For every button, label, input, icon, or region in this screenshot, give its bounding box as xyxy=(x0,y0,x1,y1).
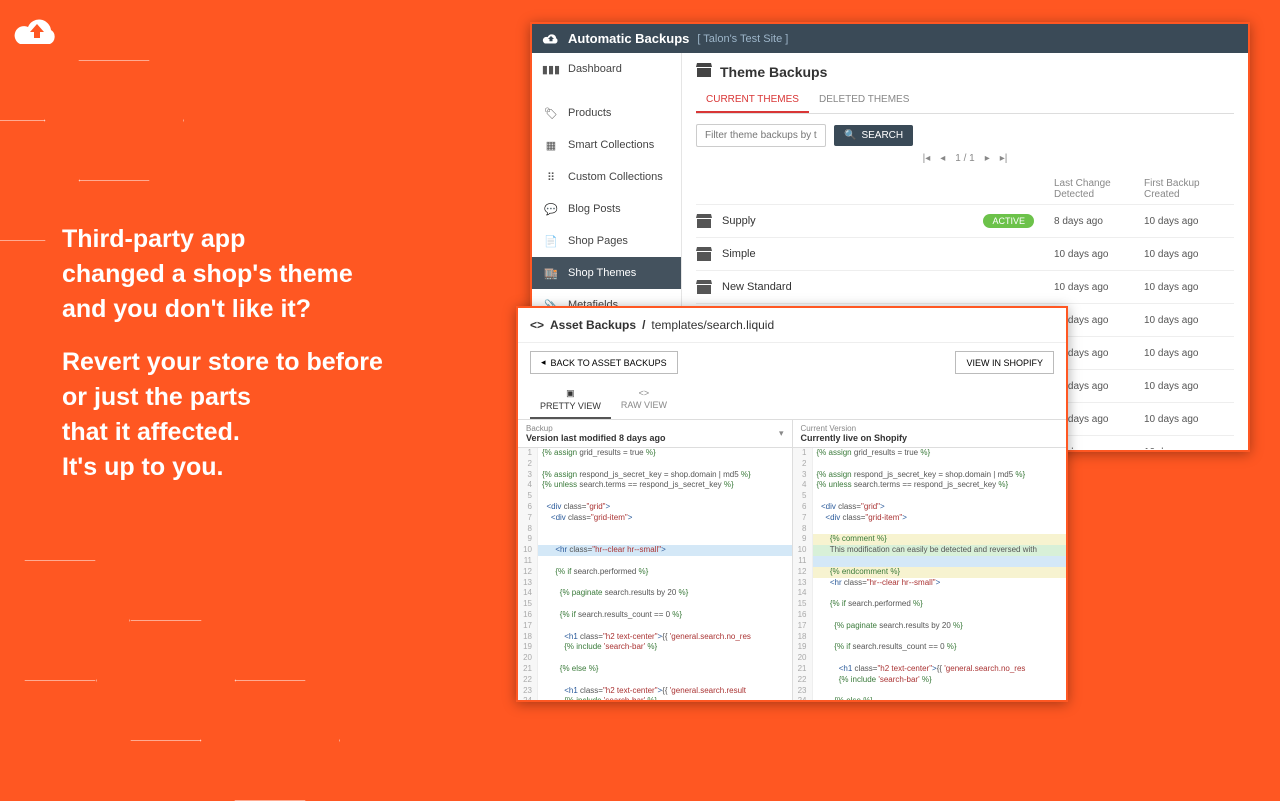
cloud-upload-icon xyxy=(14,14,60,55)
code-backup: 1{% assign grid_results = true %}23{% as… xyxy=(518,448,792,700)
first-backup: 10 days ago xyxy=(1144,249,1234,260)
site-name: [ Talon's Test Site ] xyxy=(697,33,788,45)
first-backup: 10 days ago xyxy=(1144,414,1234,425)
pane-label: Backup xyxy=(526,424,784,433)
app-title: Automatic Backups xyxy=(568,31,689,46)
breadcrumb: <> Asset Backups / templates/search.liqu… xyxy=(518,308,1066,343)
sidebar-item-custom-collections[interactable]: ⠿ Custom Collections xyxy=(532,161,681,193)
search-icon: 🔍 xyxy=(844,130,856,141)
sidebar-item-label: Products xyxy=(568,107,611,119)
theme-name: SupplyACTIVE xyxy=(722,214,1054,228)
pane-value: Version last modified 8 days ago xyxy=(526,433,784,443)
theme-name: New Standard xyxy=(722,281,1054,293)
table-header: Last Change Detected First Backup Create… xyxy=(696,174,1234,204)
theme-name: Simple xyxy=(722,248,1054,260)
sidebar-item-shop-pages[interactable]: 📄 Shop Pages xyxy=(532,225,681,257)
image-icon: ▣ xyxy=(566,388,575,399)
tab-current-themes[interactable]: CURRENT THEMES xyxy=(696,88,809,113)
code-icon: <> xyxy=(639,388,650,398)
apps-icon: ⠿ xyxy=(544,170,558,184)
backup-pane: Backup Version last modified 8 days ago … xyxy=(518,420,793,700)
sidebar-item-dashboard[interactable]: ▮▮▮ Dashboard xyxy=(532,53,681,85)
pager-first-icon[interactable]: |◂ xyxy=(923,153,931,164)
store-icon xyxy=(696,214,712,228)
titlebar: Automatic Backups [ Talon's Test Site ] xyxy=(532,24,1248,53)
back-button[interactable]: ◂BACK TO ASSET BACKUPS xyxy=(530,351,678,374)
sidebar-item-blog-posts[interactable]: 💬 Blog Posts xyxy=(532,193,681,225)
grid-icon: ▦ xyxy=(544,138,558,152)
code-current: 1{% assign grid_results = true %}23{% as… xyxy=(793,448,1067,700)
marketing-line-2: Revert your store to before or just the … xyxy=(62,345,383,485)
first-backup: 10 days ago xyxy=(1144,282,1234,293)
current-pane-header: Current Version Currently live on Shopif… xyxy=(793,420,1067,448)
asset-diff-window: <> Asset Backups / templates/search.liqu… xyxy=(516,306,1068,702)
marketing-copy: Third-party app changed a shop's theme a… xyxy=(62,222,383,503)
theme-tabs: CURRENT THEMES DELETED THEMES xyxy=(696,88,1234,114)
pager: |◂ ◂ 1 / 1 ▸ ▸| xyxy=(696,153,1234,164)
pager-prev-icon[interactable]: ◂ xyxy=(940,153,945,164)
store-icon xyxy=(696,63,712,80)
current-pane: Current Version Currently live on Shopif… xyxy=(793,420,1067,700)
last-change: 10 days ago xyxy=(1054,249,1144,260)
marketing-line-1: Third-party app changed a shop's theme a… xyxy=(62,222,383,327)
code-icon: <> xyxy=(530,318,544,332)
pane-label: Current Version xyxy=(801,424,1059,433)
chevron-down-icon[interactable]: ▾ xyxy=(779,428,784,439)
sidebar-item-label: Shop Themes xyxy=(568,267,636,279)
sidebar-item-products[interactable]: 🏷 Products xyxy=(532,97,681,129)
page-title: Theme Backups xyxy=(696,63,1234,80)
tab-pretty-view[interactable]: ▣PRETTY VIEW xyxy=(530,382,611,419)
pager-last-icon[interactable]: ▸| xyxy=(1000,153,1008,164)
tab-raw-view[interactable]: <>RAW VIEW xyxy=(611,382,677,419)
crumb-file: templates/search.liquid xyxy=(651,318,774,332)
pane-value: Currently live on Shopify xyxy=(801,433,1059,443)
pager-next-icon[interactable]: ▸ xyxy=(985,153,990,164)
table-row[interactable]: Simple10 days ago10 days ago xyxy=(696,237,1234,270)
cloud-icon xyxy=(542,32,560,46)
pager-status: 1 / 1 xyxy=(955,153,974,164)
search-input[interactable] xyxy=(696,124,826,147)
first-backup: 10 days ago xyxy=(1144,216,1234,227)
store-icon: 🏬 xyxy=(544,266,558,280)
table-row[interactable]: New Standard10 days ago10 days ago xyxy=(696,270,1234,303)
first-backup: 10 days ago xyxy=(1144,348,1234,359)
col-last-change: Last Change Detected xyxy=(1054,178,1144,200)
first-backup: 10 days ago xyxy=(1144,447,1234,450)
sidebar-item-label: Shop Pages xyxy=(568,235,628,247)
page-icon: 📄 xyxy=(544,234,558,248)
sidebar-item-label: Smart Collections xyxy=(568,139,654,151)
sidebar-item-label: Dashboard xyxy=(568,63,622,75)
bars-icon: ▮▮▮ xyxy=(544,62,558,76)
store-icon xyxy=(696,280,712,294)
backup-pane-header[interactable]: Backup Version last modified 8 days ago … xyxy=(518,420,792,448)
sidebar-item-label: Custom Collections xyxy=(568,171,663,183)
table-row[interactable]: SupplyACTIVE8 days ago10 days ago xyxy=(696,204,1234,237)
chat-icon: 💬 xyxy=(544,202,558,216)
sidebar-item-label: Blog Posts xyxy=(568,203,621,215)
tag-icon: 🏷 xyxy=(544,106,558,120)
view-in-shopify-button[interactable]: VIEW IN SHOPIFY xyxy=(955,351,1054,374)
status-badge: ACTIVE xyxy=(983,214,1034,228)
first-backup: 10 days ago xyxy=(1144,315,1234,326)
store-icon xyxy=(696,247,712,261)
col-first-backup: First Backup Created xyxy=(1144,178,1234,200)
tab-deleted-themes[interactable]: DELETED THEMES xyxy=(809,88,919,113)
view-tabs: ▣PRETTY VIEW <>RAW VIEW xyxy=(518,382,1066,420)
back-icon: ◂ xyxy=(541,357,546,368)
sidebar-item-shop-themes[interactable]: 🏬 Shop Themes xyxy=(532,257,681,289)
last-change: 10 days ago xyxy=(1054,282,1144,293)
crumb-root: Asset Backups xyxy=(550,318,636,332)
sidebar-item-smart-collections[interactable]: ▦ Smart Collections xyxy=(532,129,681,161)
last-change: 8 days ago xyxy=(1054,216,1144,227)
search-button[interactable]: 🔍SEARCH xyxy=(834,125,913,146)
first-backup: 10 days ago xyxy=(1144,381,1234,392)
